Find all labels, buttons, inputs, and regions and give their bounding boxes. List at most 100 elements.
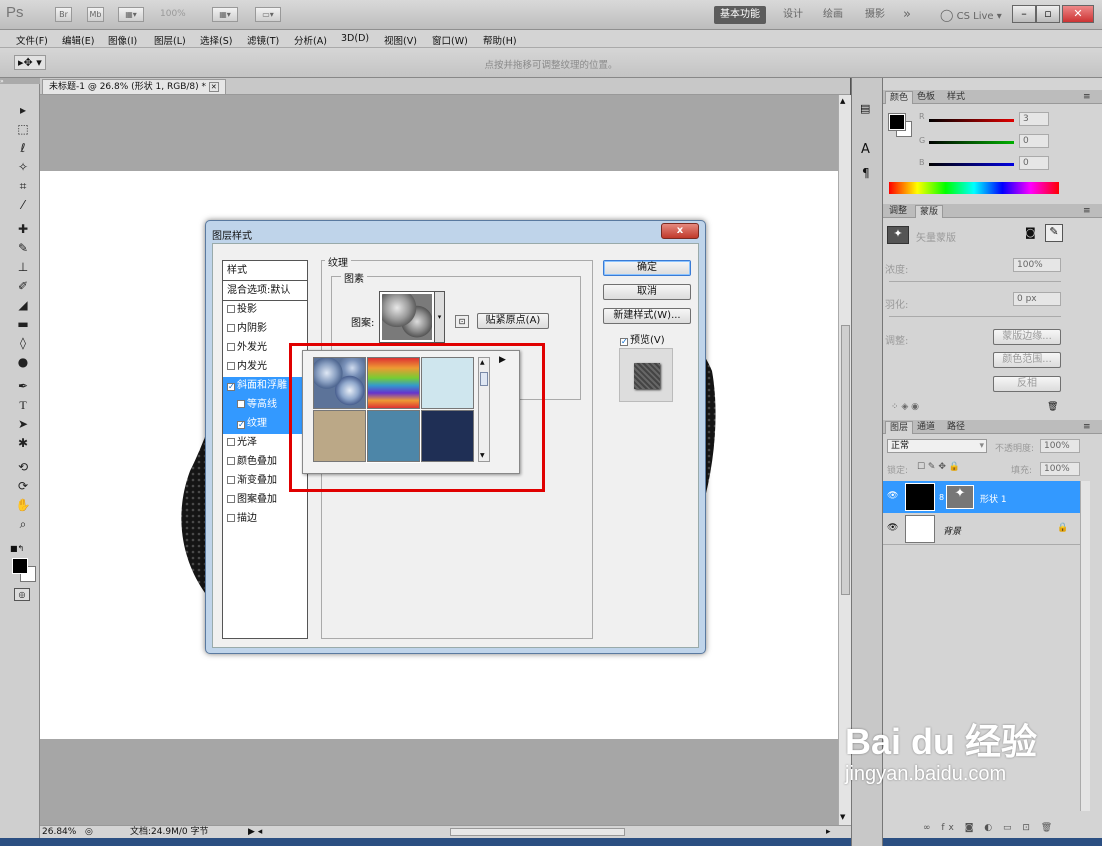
maximize-button[interactable]: ▫ xyxy=(1036,5,1060,23)
pattern-picker-button[interactable]: ▾ xyxy=(379,291,445,343)
menu-edit[interactable]: 编辑(E) xyxy=(62,33,94,47)
layer-row-shape[interactable]: 👁 8 ✦ 形状 1 xyxy=(883,481,1081,513)
tab-swatches[interactable]: 色板 xyxy=(913,91,939,104)
screen-mode-button[interactable]: ▭▾ xyxy=(255,7,281,22)
red-slider[interactable] xyxy=(929,119,1014,122)
new-style-button[interactable]: 新建样式(W)... xyxy=(603,308,691,324)
tab-masks[interactable]: 蒙版 xyxy=(915,205,944,218)
workspace-essentials[interactable]: 基本功能 xyxy=(714,6,766,24)
history-panel-icon[interactable]: ▤ xyxy=(860,102,870,115)
document-tab[interactable]: 未标题-1 @ 26.8% (形状 1, RGB/8) * ✕ xyxy=(42,79,226,94)
mask-edge-button[interactable]: 蒙版边缘... xyxy=(993,329,1061,345)
layers-footer-icons[interactable]: ∞ fx ◙ ◐ ▭ ⊡ 🗑 xyxy=(923,823,1056,833)
character-panel-icon[interactable]: A xyxy=(861,142,870,157)
scroll-right-icon[interactable]: ▸ xyxy=(826,826,831,838)
move-tool-icon[interactable]: ▸ xyxy=(14,102,32,118)
menu-filter[interactable]: 滤镜(T) xyxy=(247,33,279,47)
quick-mask-icon[interactable]: ◎ xyxy=(14,588,30,601)
close-document-icon[interactable]: ✕ xyxy=(208,82,219,92)
masks-menu-icon[interactable]: ≡ xyxy=(1079,205,1095,218)
mask-footer-icons[interactable]: ⁘ ◈ ◉ xyxy=(891,402,919,412)
bridge-button[interactable]: Br xyxy=(55,7,72,22)
workspace-painting[interactable]: 绘画 xyxy=(823,6,843,24)
add-vector-mask-icon[interactable]: ✎ xyxy=(1045,224,1063,242)
minimize-button[interactable]: – xyxy=(1012,5,1036,23)
type-tool-icon[interactable]: T xyxy=(14,397,32,413)
density-slider[interactable] xyxy=(889,281,1061,282)
ok-button[interactable]: 确定 xyxy=(603,260,691,276)
marquee-tool-icon[interactable]: ⬚ xyxy=(14,121,32,137)
blend-mode-select[interactable]: 正常 ▾ xyxy=(887,439,987,453)
color-overlay-checkbox[interactable] xyxy=(227,457,235,465)
lock-icons[interactable]: ☐ ✎ ✥ 🔒 xyxy=(917,462,960,472)
green-slider[interactable] xyxy=(929,141,1014,144)
color-spectrum-bar[interactable] xyxy=(889,182,1059,194)
arrange-documents-button[interactable]: ▦▾ xyxy=(212,7,238,22)
custom-shape-tool-icon[interactable]: ✱ xyxy=(14,435,32,451)
pattern-overlay-checkbox[interactable] xyxy=(227,495,235,503)
style-item-stroke[interactable]: 描边 xyxy=(223,510,307,529)
background-visibility-eye-icon[interactable]: 👁 xyxy=(887,523,898,533)
tab-styles[interactable]: 样式 xyxy=(943,91,969,104)
eraser-tool-icon[interactable]: ◢ xyxy=(14,297,32,313)
vertical-scroll-thumb[interactable] xyxy=(841,325,850,595)
feather-input[interactable]: 0 px xyxy=(1013,292,1061,306)
healing-brush-tool-icon[interactable]: ✚ xyxy=(14,221,32,237)
satin-checkbox[interactable] xyxy=(227,438,235,446)
eyedropper-tool-icon[interactable]: ⁄ xyxy=(14,197,32,213)
menu-view[interactable]: 视图(V) xyxy=(384,33,417,47)
cancel-button[interactable]: 取消 xyxy=(603,284,691,300)
quick-selection-tool-icon[interactable]: ✧ xyxy=(14,159,32,175)
pattern-dropdown-arrow-icon[interactable]: ▾ xyxy=(434,292,444,342)
style-item-inner-shadow[interactable]: 内阴影 xyxy=(223,320,307,339)
snap-to-origin-button[interactable]: 贴紧原点(A) xyxy=(477,313,549,329)
new-preset-icon[interactable]: ⊡ xyxy=(455,315,469,328)
outer-glow-checkbox[interactable] xyxy=(227,343,235,351)
path-selection-tool-icon[interactable]: ➤ xyxy=(14,416,32,432)
style-item-pattern-overlay[interactable]: 图案叠加 xyxy=(223,491,307,510)
vector-mask-thumbnail-icon[interactable]: ✦ xyxy=(946,485,974,509)
vector-mask-icon[interactable]: ✦ xyxy=(887,226,909,244)
workspace-design[interactable]: 设计 xyxy=(783,6,803,24)
preview-checkbox[interactable]: ✓ xyxy=(620,338,628,346)
3d-rotate-tool-icon[interactable]: ⟲ xyxy=(14,459,32,475)
scroll-down-icon[interactable]: ▼ xyxy=(840,813,845,821)
menu-analysis[interactable]: 分析(A) xyxy=(294,33,327,47)
scroll-up-icon[interactable]: ▲ xyxy=(840,97,845,105)
foreground-color-swatch[interactable] xyxy=(12,558,28,574)
blur-tool-icon[interactable]: ◊ xyxy=(14,335,32,351)
delete-mask-icon[interactable]: 🗑 xyxy=(1047,402,1058,412)
layers-scrollbar[interactable] xyxy=(1080,481,1090,811)
tab-layers[interactable]: 图层 xyxy=(885,421,914,434)
opacity-input[interactable]: 100% xyxy=(1040,439,1080,453)
pixel-mask-icon[interactable]: ◙ xyxy=(1025,226,1036,239)
workspace-photography[interactable]: 摄影 xyxy=(865,6,885,24)
invert-button[interactable]: 反相 xyxy=(993,376,1061,392)
3d-orbit-tool-icon[interactable]: ⟳ xyxy=(14,478,32,494)
color-range-button[interactable]: 颜色范围... xyxy=(993,352,1061,368)
stroke-checkbox[interactable] xyxy=(227,514,235,522)
dodge-tool-icon[interactable]: ● xyxy=(14,354,32,370)
contour-checkbox[interactable] xyxy=(237,400,245,408)
default-colors-icon[interactable]: ■↰ xyxy=(10,544,24,553)
tab-paths[interactable]: 路径 xyxy=(943,421,969,434)
menu-help[interactable]: 帮助(H) xyxy=(483,33,517,47)
zoom-tool-icon[interactable]: ⌕ xyxy=(14,516,32,532)
view-extras-button[interactable]: ▦▾ xyxy=(118,7,144,22)
red-value-input[interactable]: 3 xyxy=(1019,112,1049,126)
hand-tool-icon[interactable]: ✋ xyxy=(14,497,32,513)
preview-option[interactable]: ✓ 预览(V) xyxy=(620,331,665,346)
inner-shadow-checkbox[interactable] xyxy=(227,324,235,332)
menu-image[interactable]: 图像(I) xyxy=(108,33,137,47)
dialog-close-button[interactable]: x xyxy=(661,223,699,239)
stamp-tool-icon[interactable]: ⊥ xyxy=(14,259,32,275)
zoom-level[interactable]: 100% xyxy=(160,9,186,19)
style-item-drop-shadow[interactable]: 投影 xyxy=(223,301,307,320)
color-foreground-swatch[interactable] xyxy=(888,113,906,131)
menu-layer[interactable]: 图层(L) xyxy=(154,33,186,47)
menu-window[interactable]: 窗口(W) xyxy=(432,33,468,47)
crop-tool-icon[interactable]: ⌗ xyxy=(14,178,32,194)
style-list-header[interactable]: 样式 xyxy=(223,262,307,281)
tools-collapse-icon[interactable]: » xyxy=(0,78,40,85)
gradient-overlay-checkbox[interactable] xyxy=(227,476,235,484)
